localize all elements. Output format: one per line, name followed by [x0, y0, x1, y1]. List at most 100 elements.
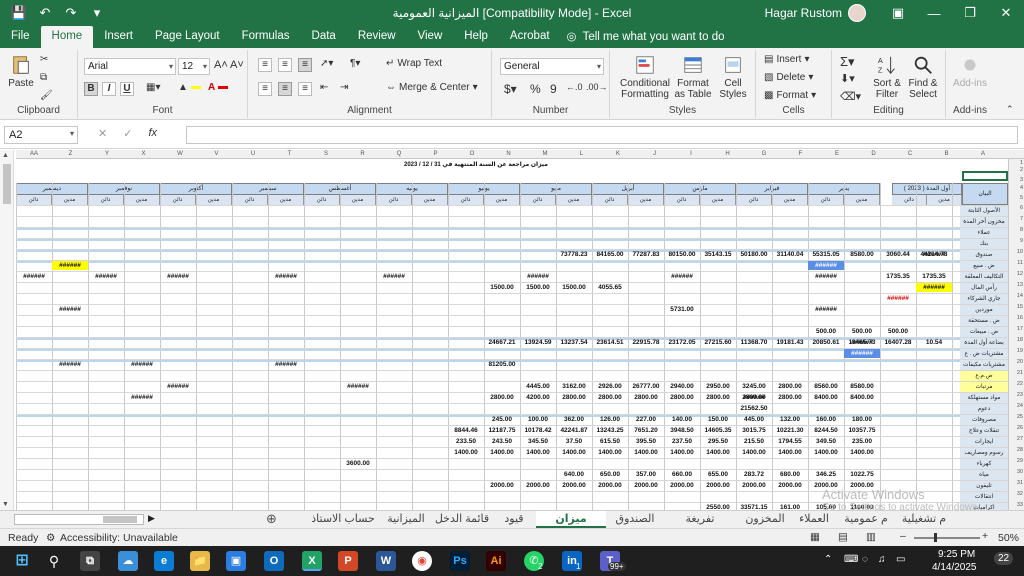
- sheet-tab-returns[interactable]: تفريغة الاقرارات: [664, 511, 736, 542]
- column-header[interactable]: K: [600, 150, 636, 159]
- column-header[interactable]: W: [162, 150, 198, 159]
- column-header[interactable]: I: [673, 150, 709, 159]
- row-header[interactable]: 4: [1009, 185, 1023, 191]
- collapse-ribbon-icon[interactable]: ⌃: [1006, 104, 1014, 115]
- restore-icon[interactable]: ❐: [952, 5, 988, 21]
- zoom-thumb[interactable]: [934, 533, 937, 542]
- rtl-icon[interactable]: ¶▾: [350, 58, 360, 69]
- fill-icon[interactable]: ⬇▾: [840, 72, 855, 85]
- format-cells-button[interactable]: ▩ Format ▾: [764, 90, 816, 101]
- column-header[interactable]: Q: [381, 150, 417, 159]
- format-painter-icon[interactable]: 🖌: [40, 90, 53, 101]
- sheet-tab-inventory[interactable]: المخزون: [744, 511, 786, 528]
- column-header[interactable]: S: [308, 150, 344, 159]
- grow-font-icon[interactable]: A˄: [214, 59, 228, 71]
- windows-start-icon[interactable]: ⊞: [12, 551, 32, 571]
- row-header[interactable]: 9: [1009, 238, 1023, 244]
- tab-review[interactable]: Review: [347, 26, 407, 48]
- row-header[interactable]: 25: [1009, 414, 1023, 420]
- ribbon-display-icon[interactable]: ▣: [880, 5, 916, 21]
- increase-decimal-icon[interactable]: ←.0: [566, 82, 583, 92]
- row-header[interactable]: 13: [1009, 282, 1023, 288]
- word-icon[interactable]: W: [376, 551, 396, 571]
- orientation-icon[interactable]: ➚▾: [320, 58, 333, 69]
- align-right-icon[interactable]: ≡: [298, 82, 312, 96]
- row-header[interactable]: 26: [1009, 425, 1023, 431]
- sheet-tab-ledger[interactable]: حساب الاستاذ: [310, 511, 376, 528]
- row-header[interactable]: 19: [1009, 348, 1023, 354]
- tab-home[interactable]: Home: [40, 26, 94, 48]
- font-color-icon[interactable]: A: [208, 82, 229, 93]
- sheet-tab-income[interactable]: قائمة الدخل: [434, 511, 490, 528]
- enter-icon[interactable]: ✓: [123, 127, 132, 140]
- tab-data[interactable]: Data: [301, 26, 347, 48]
- row-header[interactable]: 7: [1009, 216, 1023, 222]
- sort-filter-button[interactable]: AZ Sort & Filter: [870, 54, 904, 100]
- sheet-tab-budget[interactable]: الميزانية: [384, 511, 428, 528]
- redo-icon[interactable]: ↷: [60, 5, 82, 21]
- italic-button[interactable]: I: [102, 82, 116, 96]
- powerpoint-icon[interactable]: P: [338, 551, 358, 571]
- cell-styles-button[interactable]: Cell Styles: [714, 54, 752, 100]
- column-header[interactable]: X: [126, 150, 162, 159]
- name-box[interactable]: A2: [4, 126, 78, 144]
- row-header[interactable]: 23: [1009, 392, 1023, 398]
- row-header[interactable]: 32: [1009, 491, 1023, 497]
- cancel-icon[interactable]: ✕: [98, 127, 107, 140]
- accessibility-icon[interactable]: ⚙: [46, 532, 55, 544]
- underline-button[interactable]: U: [120, 82, 134, 96]
- decrease-indent-icon[interactable]: ⇤: [320, 82, 328, 93]
- sheet-tab-cashbox[interactable]: الصندوق: [612, 511, 658, 528]
- zoom-out-icon[interactable]: –: [900, 530, 906, 542]
- row-header[interactable]: 22: [1009, 381, 1023, 387]
- tab-file[interactable]: File: [0, 26, 41, 48]
- photoshop-icon[interactable]: Ps: [450, 551, 470, 571]
- column-header[interactable]: F: [783, 150, 819, 159]
- accessibility-status[interactable]: Accessibility: Unavailable: [60, 532, 178, 544]
- row-header[interactable]: 8: [1009, 227, 1023, 233]
- column-header[interactable]: B: [929, 150, 965, 159]
- zoom-in-icon[interactable]: +: [982, 530, 988, 542]
- borders-icon[interactable]: ▦▾: [146, 82, 160, 93]
- row-header[interactable]: 20: [1009, 359, 1023, 365]
- column-header[interactable]: E: [819, 150, 855, 159]
- column-header[interactable]: V: [199, 150, 235, 159]
- insert-cells-button[interactable]: ▤ Insert ▾: [764, 54, 810, 65]
- increase-indent-icon[interactable]: ⇥: [340, 82, 348, 93]
- row-header[interactable]: 1: [1009, 160, 1023, 166]
- namebox-dropdown-icon[interactable]: ▾: [70, 129, 74, 138]
- file-explorer-icon[interactable]: 📁: [190, 551, 210, 571]
- tray-chevron-icon[interactable]: ⌃: [824, 554, 832, 565]
- column-header[interactable]: C: [892, 150, 928, 159]
- sheet-tab-journal[interactable]: قيود: [498, 511, 530, 528]
- clear-icon[interactable]: ⌫▾: [840, 90, 861, 103]
- tab-page-layout[interactable]: Page Layout: [144, 26, 231, 48]
- column-header[interactable]: D: [856, 150, 892, 159]
- row-header[interactable]: 6: [1009, 205, 1023, 211]
- horizontal-scrollbar[interactable]: [14, 514, 144, 525]
- sheet-tab-general[interactable]: م عمومية: [840, 511, 892, 528]
- function-icon[interactable]: fx: [148, 127, 157, 140]
- notifications-badge[interactable]: 22: [994, 552, 1014, 565]
- vertical-scrollbar[interactable]: ▲ ▼: [0, 150, 14, 510]
- row-header[interactable]: 17: [1009, 326, 1023, 332]
- battery-icon[interactable]: ▭: [896, 554, 905, 565]
- outlook-icon[interactable]: O: [264, 551, 284, 571]
- formula-input[interactable]: [186, 126, 1018, 144]
- zoom-level[interactable]: 50%: [998, 532, 1019, 544]
- column-header[interactable]: J: [637, 150, 673, 159]
- page-layout-view-icon[interactable]: ▤: [838, 531, 848, 543]
- column-header[interactable]: U: [235, 150, 271, 159]
- bold-button[interactable]: B: [84, 82, 98, 96]
- row-header[interactable]: 28: [1009, 447, 1023, 453]
- tell-me-box[interactable]: ◎ Tell me what you want to do: [567, 26, 725, 48]
- chrome-icon[interactable]: ◉: [412, 551, 432, 571]
- align-left-icon[interactable]: ≡: [258, 82, 272, 96]
- shrink-font-icon[interactable]: A˅: [230, 59, 244, 71]
- font-size-combo[interactable]: 12 ▾: [178, 58, 210, 75]
- column-header[interactable]: R: [345, 150, 381, 159]
- row-header[interactable]: 16: [1009, 315, 1023, 321]
- tab-acrobat[interactable]: Acrobat: [499, 26, 561, 48]
- cell-grid[interactable]: ميزان مراجعة عن السنة المنتهية في 31 / 1…: [16, 159, 1008, 510]
- align-bottom-icon[interactable]: ≡: [298, 58, 312, 72]
